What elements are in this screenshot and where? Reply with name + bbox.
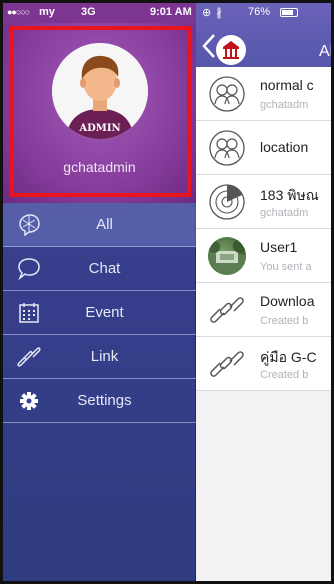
bank-icon[interactable] xyxy=(216,35,246,65)
room-title: Downloa xyxy=(260,293,315,309)
status-bar-right: ⊕ ∦ 76% xyxy=(196,3,331,23)
chain-link-icon xyxy=(17,347,41,367)
battery-percent: 76% xyxy=(248,6,271,18)
list-item[interactable]: normal c gchatadm xyxy=(196,67,331,121)
list-item[interactable]: Downloa Created b xyxy=(196,283,331,337)
room-subtitle: gchatadm xyxy=(260,99,309,111)
room-subtitle: Created b xyxy=(260,315,309,327)
menu-label-link: Link xyxy=(90,348,119,365)
main-view: ⊕ ∦ 76% All xyxy=(196,3,334,581)
calendar-icon xyxy=(19,303,39,323)
carrier-name: my xyxy=(39,6,55,18)
menu-item-event[interactable]: Event xyxy=(3,291,196,335)
menu-item-settings[interactable]: Settings xyxy=(3,379,196,423)
menu-label-event: Event xyxy=(85,304,124,321)
chain-link-icon xyxy=(210,351,244,377)
speech-bubble-icon xyxy=(18,258,40,280)
chain-link-icon xyxy=(210,297,244,323)
menu-item-all[interactable]: All xyxy=(3,203,196,247)
battery-icon xyxy=(280,8,298,17)
app-frame: ●●○○○ my 3G 9:01 AM ADMIN gchatadmin All… xyxy=(0,0,334,584)
profile-username: gchatadmin xyxy=(63,159,136,175)
radar-icon xyxy=(209,184,245,220)
menu-item-link[interactable]: Link xyxy=(3,335,196,379)
menu-label-settings: Settings xyxy=(77,392,132,409)
group-icon xyxy=(209,76,245,112)
signal-strength: ●●○○○ xyxy=(7,7,30,17)
room-subtitle: gchatadm xyxy=(260,207,309,219)
room-title: 183 พิษณ xyxy=(260,187,319,203)
list-item[interactable]: คู่มือ G-C Created b xyxy=(196,337,331,391)
room-subtitle: You sent a xyxy=(260,261,312,273)
avatar[interactable]: ADMIN xyxy=(52,43,148,139)
room-title: User1 xyxy=(260,239,298,255)
profile-header[interactable]: ADMIN gchatadmin xyxy=(3,23,196,203)
room-title: normal c xyxy=(260,77,314,93)
room-title: คู่มือ G-C xyxy=(260,349,317,365)
gear-icon xyxy=(20,392,38,410)
room-subtitle: Created b xyxy=(260,369,309,381)
menu-label-all: All xyxy=(96,216,113,233)
group-icon xyxy=(209,130,245,166)
status-bar: ●●○○○ my 3G 9:01 AM xyxy=(3,3,196,23)
page-title: All xyxy=(319,43,334,60)
user-photo-avatar xyxy=(208,237,246,275)
network-type: 3G xyxy=(81,6,96,18)
clock: 9:01 AM xyxy=(150,6,192,18)
side-menu: ●●○○○ my 3G 9:01 AM ADMIN gchatadmin All… xyxy=(3,3,196,581)
avatar-badge-text: ADMIN xyxy=(78,123,120,134)
menu-item-chat[interactable]: Chat xyxy=(3,247,196,291)
back-chevron-icon[interactable] xyxy=(202,33,216,59)
globe-chat-icon xyxy=(19,214,40,236)
admin-avatar-icon: ADMIN xyxy=(52,43,148,139)
list-item[interactable]: User1 You sent a xyxy=(196,229,331,283)
status-indicators: ⊕ ∦ xyxy=(202,7,223,19)
room-title: location xyxy=(260,139,309,155)
main-header: ⊕ ∦ 76% All xyxy=(196,3,334,67)
menu-label-chat: Chat xyxy=(88,260,121,277)
list-item[interactable]: 183 พิษณ gchatadm xyxy=(196,175,331,229)
list-item[interactable]: location xyxy=(196,121,331,175)
